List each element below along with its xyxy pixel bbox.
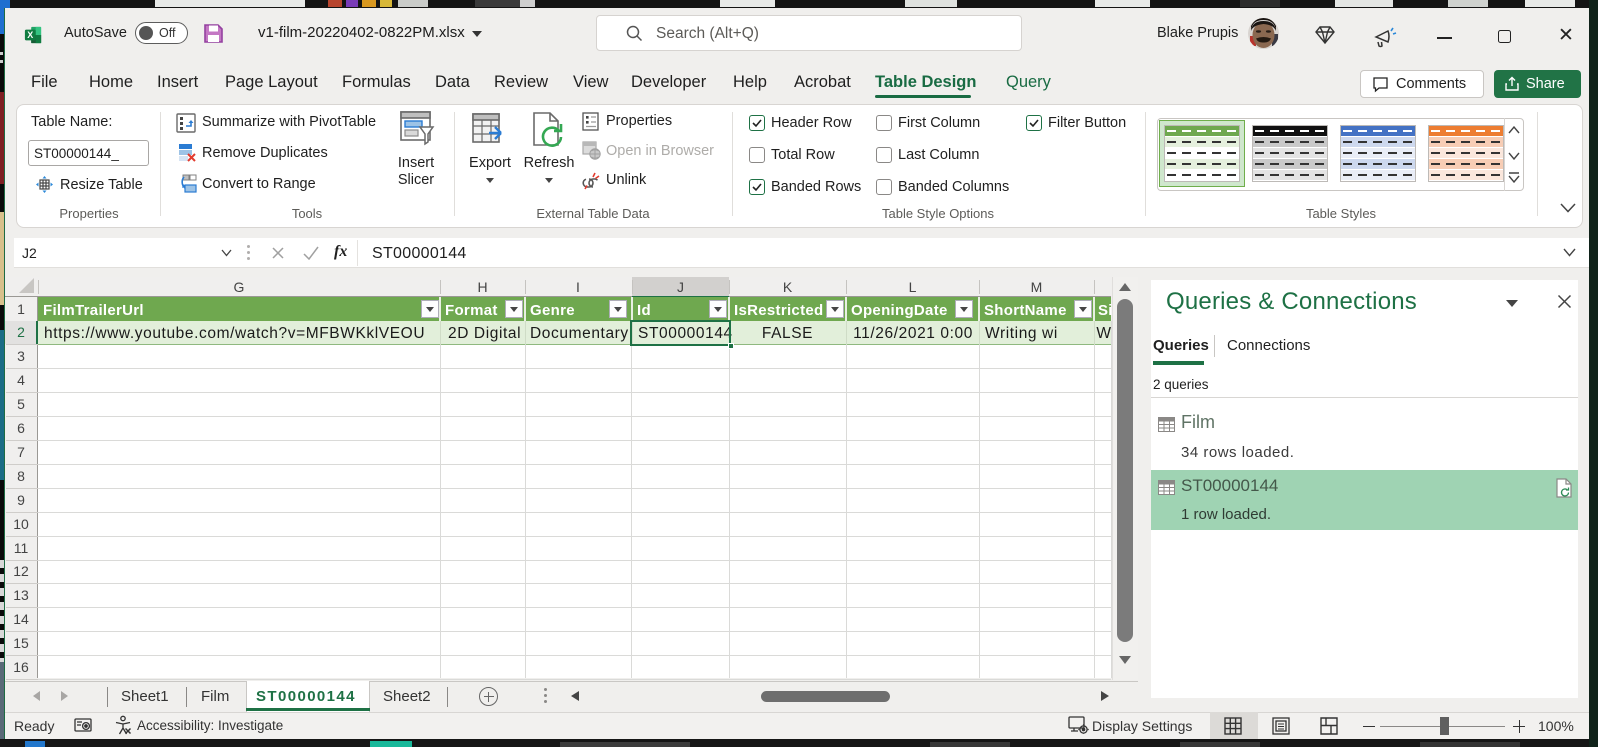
svg-text:X: X <box>27 30 33 40</box>
